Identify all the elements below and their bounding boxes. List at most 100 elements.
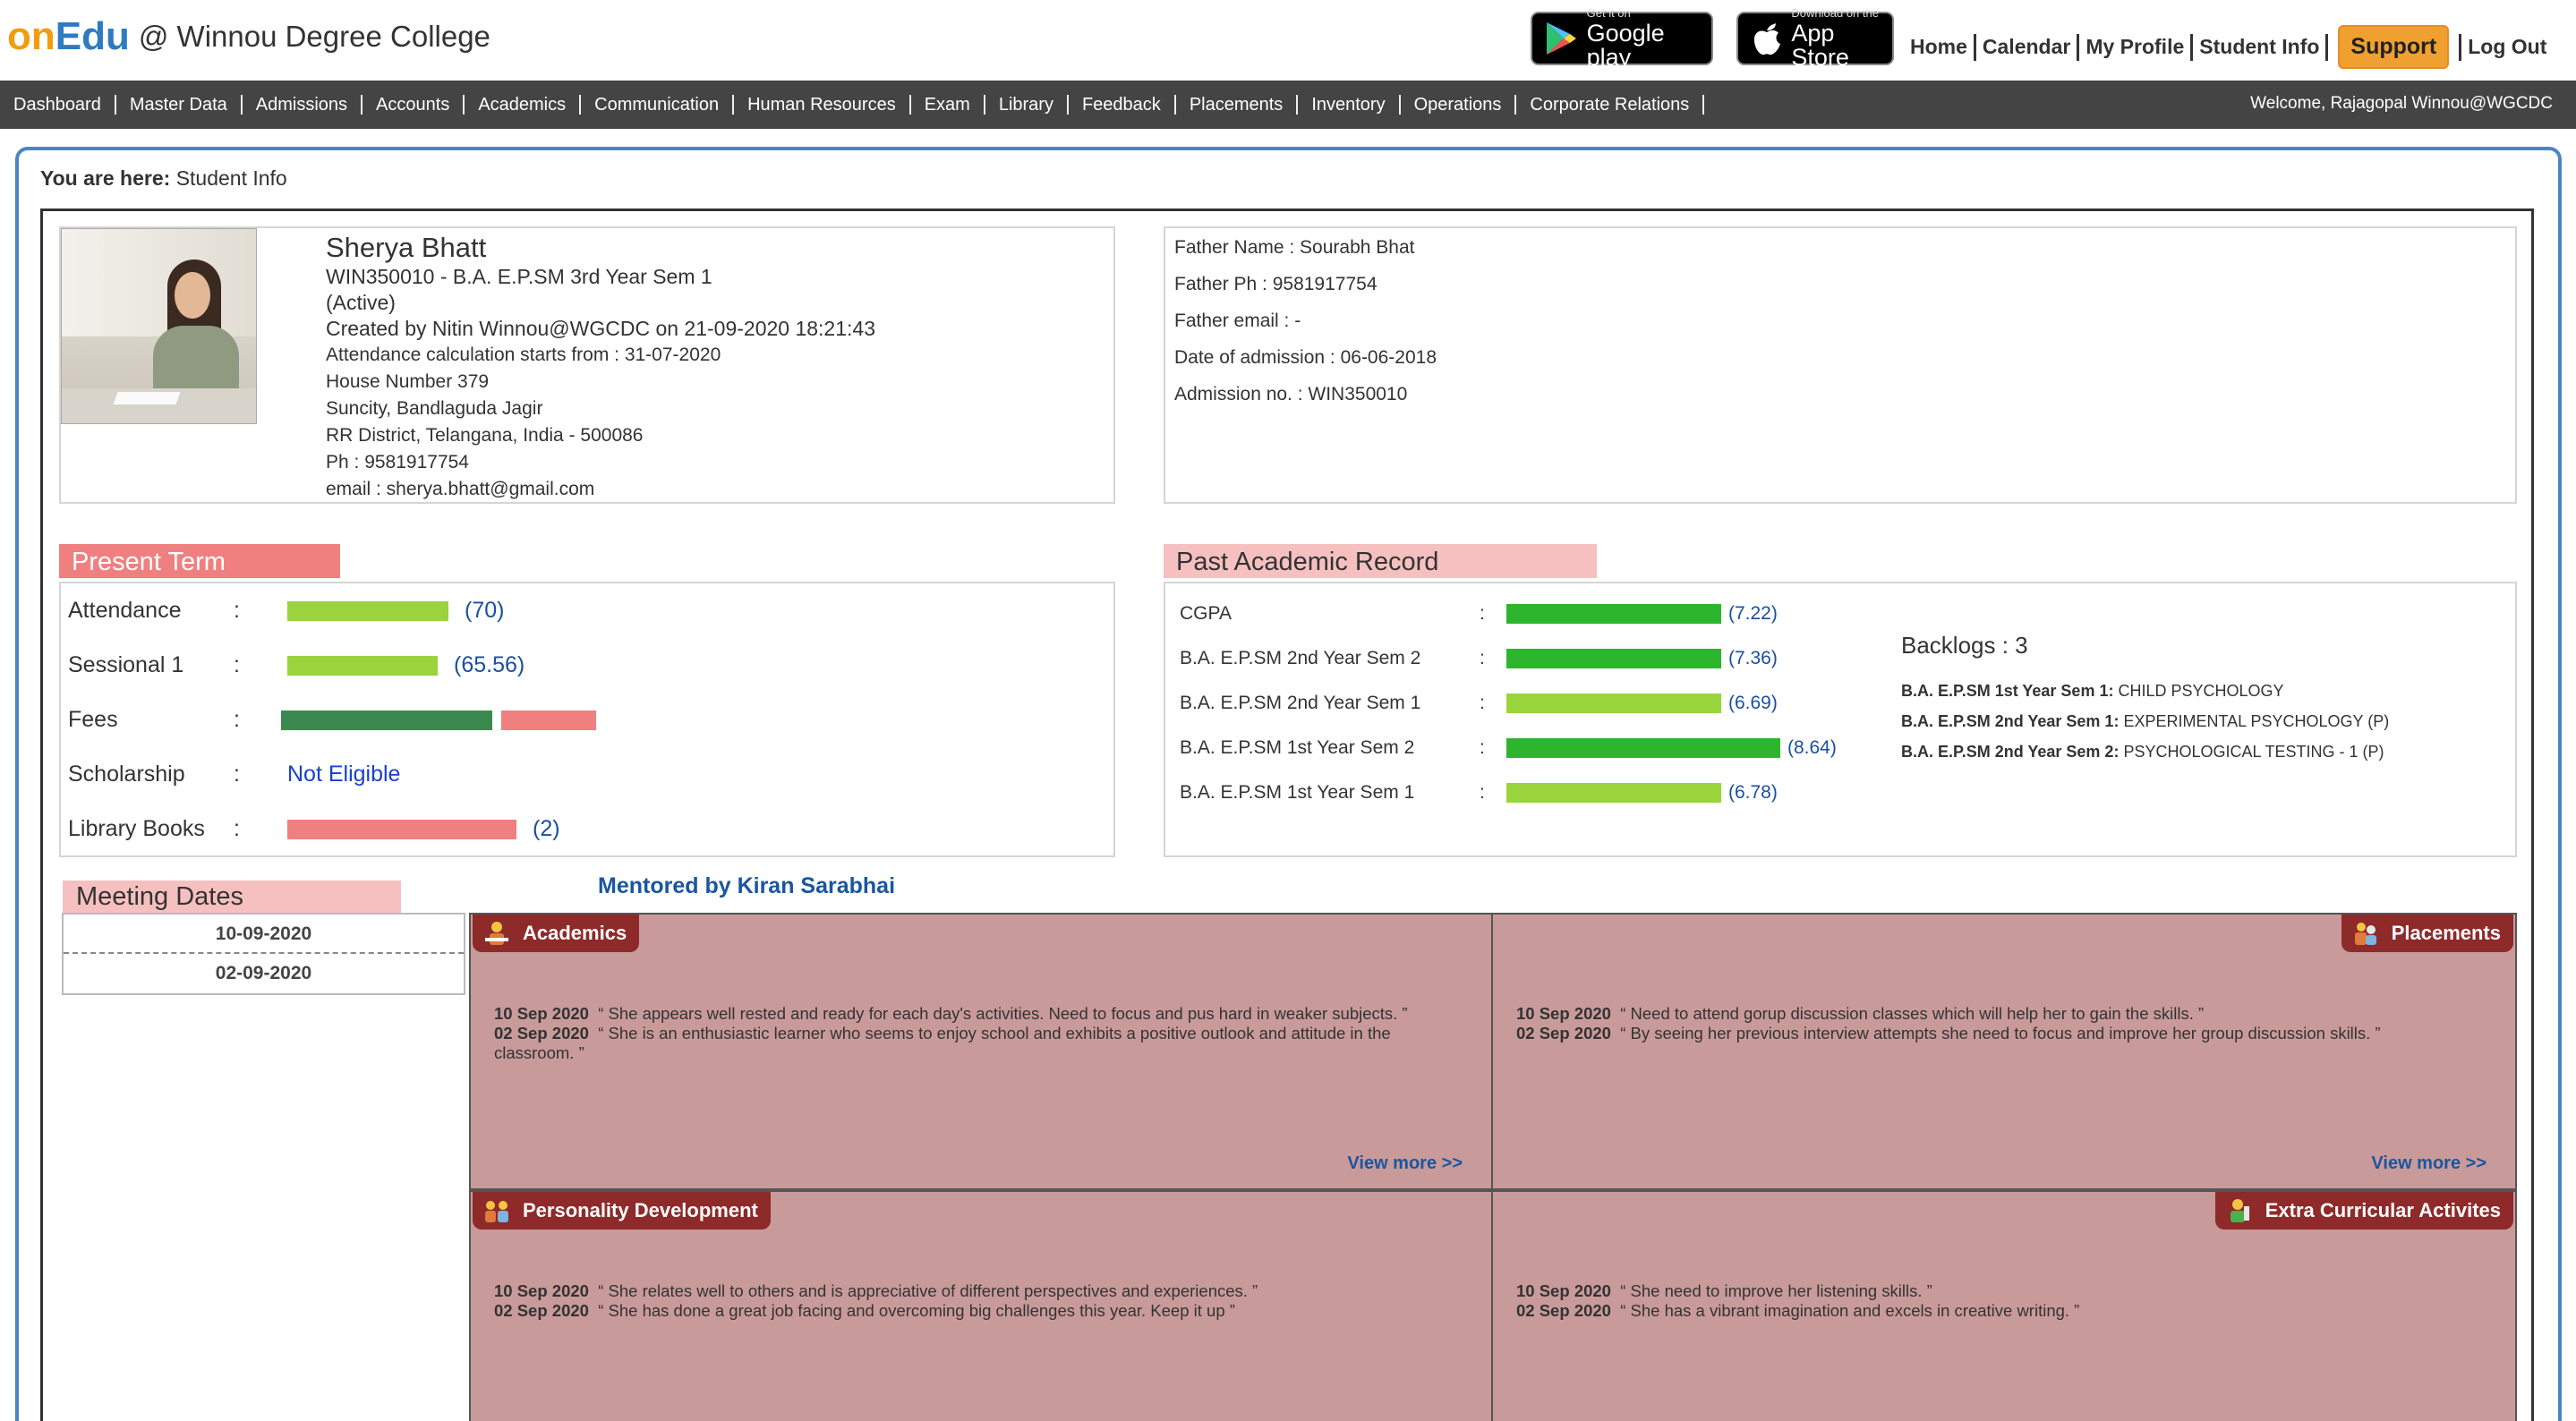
breadcrumb: You are here: Student Info <box>40 166 287 190</box>
student-email: email : sherya.bhatt@gmail.com <box>326 479 595 499</box>
record-row: B.A. E.P.SM 2nd Year Sem 2 : (7.36) <box>1180 648 1778 668</box>
past-record-title: Past Academic Record <box>1164 544 1597 578</box>
meeting-dates-list: 10-09-2020 02-09-2020 <box>62 913 465 995</box>
personality-notes: 10 Sep 2020 “ She relates well to others… <box>494 1281 1464 1321</box>
academics-icon <box>483 920 510 947</box>
address-line-1: House Number 379 <box>326 371 490 392</box>
record-bar <box>1506 783 1721 803</box>
library-value: (2) <box>533 816 560 841</box>
admission-number: Admission no. : WIN350010 <box>1174 384 1408 404</box>
note-item: 02 Sep 2020 “ She is an enthusiastic lea… <box>494 1024 1391 1062</box>
divider <box>2325 33 2329 61</box>
note-item: 10 Sep 2020 “ Need to attend gorup discu… <box>1516 1004 2205 1023</box>
placements-notes: 10 Sep 2020 “ Need to attend gorup discu… <box>1516 1004 2488 1043</box>
divider <box>2077 33 2080 61</box>
academics-view-more-link[interactable]: View more >> <box>1347 1153 1463 1174</box>
mentor-name: Mentored by Kiran Sarabhai <box>598 873 896 898</box>
student-program: WIN350010 - B.A. E.P.SM 3rd Year Sem 1 <box>326 265 712 288</box>
play-store-icon <box>1543 20 1580 57</box>
note-item: 10 Sep 2020 “ She relates well to others… <box>494 1281 1258 1300</box>
sessional-value: (65.56) <box>454 652 525 677</box>
address-line-2: Suncity, Bandlaguda Jagir <box>326 398 543 419</box>
placements-view-more-link[interactable]: View more >> <box>2371 1153 2486 1174</box>
brand-logo[interactable]: onEdu @ Winnou Degree College <box>7 14 490 59</box>
record-row: B.A. E.P.SM 2nd Year Sem 1 : (6.69) <box>1180 693 1778 713</box>
nav-human-resources[interactable]: Human Resources <box>734 95 909 115</box>
note-item: 02 Sep 2020 “ By seeing her previous int… <box>1516 1024 2381 1042</box>
nav-admissions[interactable]: Admissions <box>243 95 361 115</box>
parent-card: Father Name : Sourabh Bhat Father Ph : 9… <box>1164 226 2517 504</box>
student-name: Sherya Bhatt <box>326 232 487 263</box>
personality-icon <box>483 1197 510 1224</box>
support-button[interactable]: Support <box>2338 25 2450 69</box>
extra-curricular-notes: 10 Sep 2020 “ She need to improve her li… <box>1516 1281 2488 1321</box>
personality-tag: Personality Development <box>473 1192 771 1230</box>
top-header: onEdu @ Winnou Degree College Get it on G… <box>0 0 2576 81</box>
attendance-value: (70) <box>465 598 505 623</box>
academics-panel: Academics 10 Sep 2020 “ She appears well… <box>469 913 1493 1190</box>
nav-master-data[interactable]: Master Data <box>116 95 241 115</box>
personality-panel: Personality Development 10 Sep 2020 “ Sh… <box>469 1190 1493 1421</box>
nav-divider <box>1702 95 1705 115</box>
library-row: Library Books : (2) <box>68 816 560 841</box>
meeting-date[interactable]: 10-09-2020 <box>64 915 464 954</box>
nav-library[interactable]: Library <box>985 95 1067 115</box>
apple-icon <box>1749 20 1784 57</box>
nav-feedback[interactable]: Feedback <box>1069 95 1174 115</box>
sessional-bar <box>287 655 438 676</box>
breadcrumb-current: Student Info <box>175 166 287 190</box>
cgpa-bar <box>1506 604 1721 624</box>
nav-academics[interactable]: Academics <box>465 95 579 115</box>
nav-inventory[interactable]: Inventory <box>1298 95 1398 115</box>
nav-operations[interactable]: Operations <box>1401 95 1515 115</box>
divider <box>1973 33 1976 61</box>
top-links: Home Calendar My Profile Student Info Su… <box>1910 25 2546 69</box>
nav-dashboard[interactable]: Dashboard <box>0 95 115 115</box>
placements-tag: Placements <box>2341 915 2513 952</box>
backlog-item: B.A. E.P.SM 1st Year Sem 1: CHILD PSYCHO… <box>1901 682 2284 700</box>
nav-accounts[interactable]: Accounts <box>363 95 463 115</box>
google-play-badge[interactable]: Get it on Google play <box>1531 7 1713 70</box>
present-term-card: Attendance : (70) Sessional 1 : (65.56) … <box>59 582 1115 857</box>
nav-exam[interactable]: Exam <box>911 95 984 115</box>
academics-tag: Academics <box>473 915 640 952</box>
fees-row: Fees : <box>68 707 596 733</box>
backlog-item: B.A. E.P.SM 2nd Year Sem 1: EXPERIMENTAL… <box>1901 712 2390 730</box>
calendar-link[interactable]: Calendar <box>1983 35 2070 59</box>
meeting-dates-title: Meeting Dates <box>63 881 401 913</box>
extra-curricular-panel: Extra Curricular Activites 10 Sep 2020 “… <box>1491 1190 2517 1421</box>
record-row: B.A. E.P.SM 1st Year Sem 2 : (8.64) <box>1180 737 1837 758</box>
student-details: Sherya Bhatt WIN350010 - B.A. E.P.SM 3rd… <box>326 232 875 503</box>
attendance-start: Attendance calculation starts from : 31-… <box>326 345 721 365</box>
fees-paid-bar <box>281 710 492 730</box>
note-item: 02 Sep 2020 “ She has a vibrant imaginat… <box>1516 1301 2080 1320</box>
backlogs-title: Backlogs : 3 <box>1901 632 2028 659</box>
note-item: 02 Sep 2020 “ She has done a great job f… <box>494 1301 1235 1320</box>
student-phone: Ph : 9581917754 <box>326 452 469 472</box>
address-line-3: RR District, Telangana, India - 500086 <box>326 425 644 446</box>
nav-communication[interactable]: Communication <box>581 95 732 115</box>
home-link[interactable]: Home <box>1910 35 1967 59</box>
profile-card: Sherya Bhatt WIN350010 - B.A. E.P.SM 3rd… <box>59 226 1115 504</box>
nav-corporate-relations[interactable]: Corporate Relations <box>1516 95 1702 115</box>
record-bar <box>1506 693 1721 713</box>
cgpa-row: CGPA : (7.22) <box>1180 603 1778 624</box>
logout-link[interactable]: Log Out <box>2468 35 2546 59</box>
record-row: B.A. E.P.SM 1st Year Sem 1 : (6.78) <box>1180 782 1778 803</box>
extra-curricular-tag: Extra Curricular Activites <box>2214 1192 2513 1230</box>
record-bar <box>1506 649 1721 668</box>
father-phone: Father Ph : 9581917754 <box>1174 274 1378 294</box>
scholarship-row: Scholarship : Not Eligible <box>68 762 401 787</box>
nav-placements[interactable]: Placements <box>1176 95 1297 115</box>
fees-due-bar <box>501 710 596 730</box>
main-nav: Dashboard Master Data Admissions Account… <box>0 81 2576 129</box>
app-store-badge[interactable]: Download on the App Store <box>1736 7 1894 70</box>
meeting-date[interactable]: 02-09-2020 <box>64 954 464 993</box>
placements-panel: Placements 10 Sep 2020 “ Need to attend … <box>1491 913 2517 1190</box>
welcome-text: Welcome, Rajagopal Winnou@WGCDC <box>2250 94 2553 113</box>
admission-date: Date of admission : 06-06-2018 <box>1174 347 1437 368</box>
present-term-title: Present Term <box>59 544 340 578</box>
attendance-bar <box>287 600 448 621</box>
my-profile-link[interactable]: My Profile <box>2086 35 2184 59</box>
student-info-link[interactable]: Student Info <box>2199 35 2319 59</box>
